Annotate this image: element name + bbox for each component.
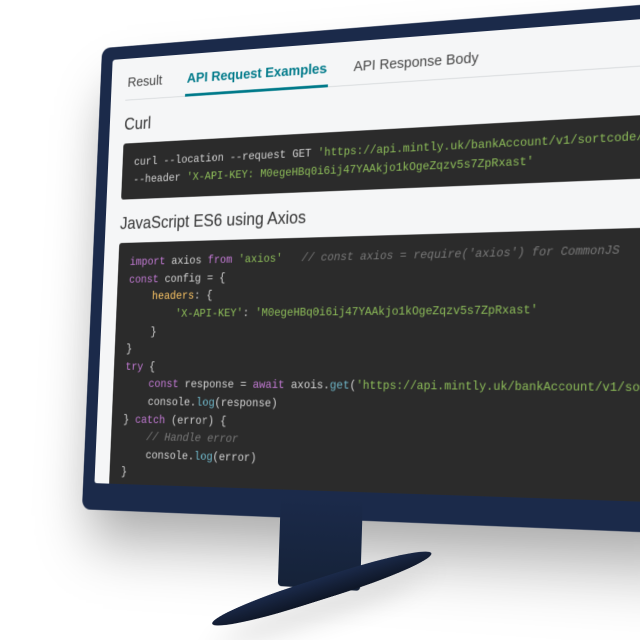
screen: Result API Request Examples API Response… xyxy=(94,14,640,505)
tab-api-request-examples[interactable]: API Request Examples xyxy=(185,55,329,96)
tab-result[interactable]: Result xyxy=(125,67,164,100)
tab-api-response-body[interactable]: API Response Body xyxy=(351,43,481,84)
monitor-frame: Result API Request Examples API Response… xyxy=(82,0,640,536)
